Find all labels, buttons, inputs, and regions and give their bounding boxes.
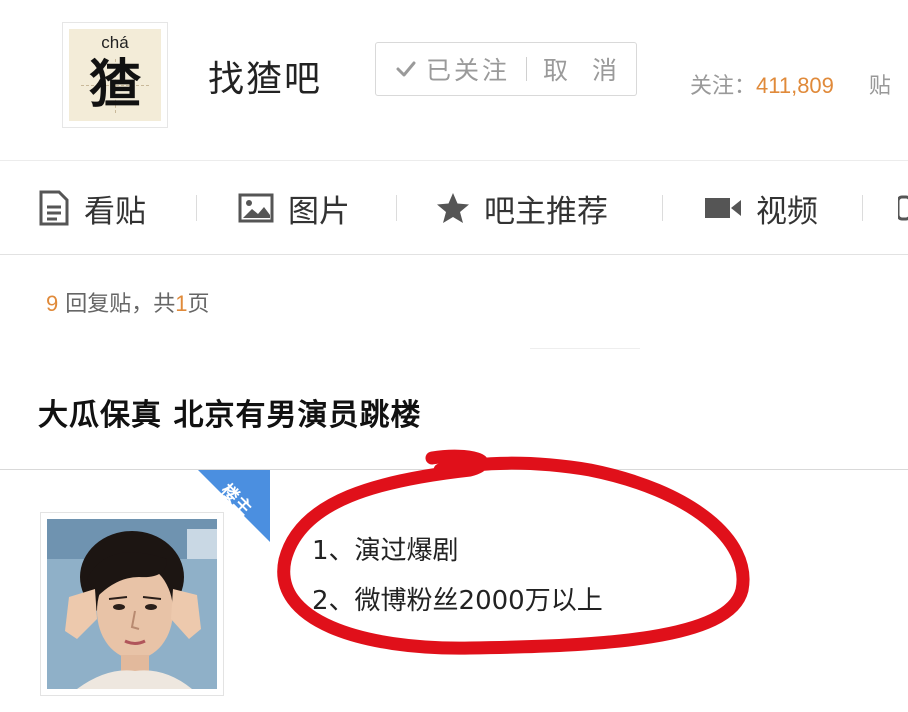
tab-featured-label: 吧主推荐 xyxy=(484,193,608,230)
image-icon xyxy=(238,193,274,223)
tab-images[interactable]: 图片 xyxy=(238,187,350,230)
tab-videos[interactable]: 视频 xyxy=(704,187,818,230)
forum-tab-bar: 看贴 图片 吧主推荐 视频 xyxy=(0,160,908,255)
forum-name[interactable]: 找猹吧 xyxy=(208,50,322,102)
unfollow-button[interactable]: 取 消 xyxy=(543,51,625,87)
avatar-photo xyxy=(47,519,217,689)
star-icon xyxy=(437,193,469,223)
post-content-line: 1、演过爆剧 xyxy=(312,536,459,566)
tab-separator xyxy=(396,195,397,221)
author-avatar[interactable] xyxy=(40,512,224,696)
follow-count: 411,809 xyxy=(756,73,834,98)
tab-more-partial[interactable] xyxy=(898,187,908,229)
tab-featured[interactable]: 吧主推荐 xyxy=(436,187,608,230)
tab-separator xyxy=(196,195,197,221)
faint-divider xyxy=(530,348,640,349)
tab-videos-label: 视频 xyxy=(756,193,818,230)
forum-header: chá 猹 找猹吧 已关注 取 消 关注：411,809 贴 xyxy=(0,0,908,160)
follow-control: 已关注 取 消 xyxy=(375,42,637,96)
tab-posts-label: 看贴 xyxy=(84,193,146,230)
tab-separator xyxy=(862,195,863,221)
posts-count-label: 贴 xyxy=(868,74,891,99)
post-content-line: 2、微博粉丝2000万以上 xyxy=(312,586,603,616)
page-label: 页 xyxy=(187,292,210,317)
forum-logo[interactable]: chá 猹 xyxy=(62,22,168,128)
logo-character: 猹 xyxy=(88,54,141,115)
logo-pinyin: chá xyxy=(101,33,129,52)
video-camera-icon xyxy=(705,198,741,218)
reply-count: 9 xyxy=(46,291,59,316)
partial-tab-icon xyxy=(898,195,908,221)
follow-count-label: 关注： xyxy=(690,74,757,99)
follow-separator xyxy=(526,57,528,81)
tab-posts[interactable]: 看贴 xyxy=(38,187,146,230)
tab-separator xyxy=(662,195,663,221)
tab-images-label: 图片 xyxy=(288,193,350,230)
logo-tile: chá 猹 xyxy=(69,29,161,121)
post-title: 大瓜保真 北京有男演员跳楼 xyxy=(38,398,422,433)
document-icon xyxy=(39,190,69,226)
reply-label: 回复贴，共 xyxy=(65,292,176,317)
checkmark-icon xyxy=(396,61,416,77)
forum-stats: 关注：411,809 贴 xyxy=(690,68,891,100)
page-count: 1 xyxy=(175,291,188,316)
forum-page: chá 猹 找猹吧 已关注 取 消 关注：411,809 贴 看贴 图片 吧主推… xyxy=(0,0,908,712)
post-divider xyxy=(0,469,908,470)
reply-summary: 9 回复贴，共1页 xyxy=(46,286,210,318)
followed-status: 已关注 xyxy=(426,56,511,85)
